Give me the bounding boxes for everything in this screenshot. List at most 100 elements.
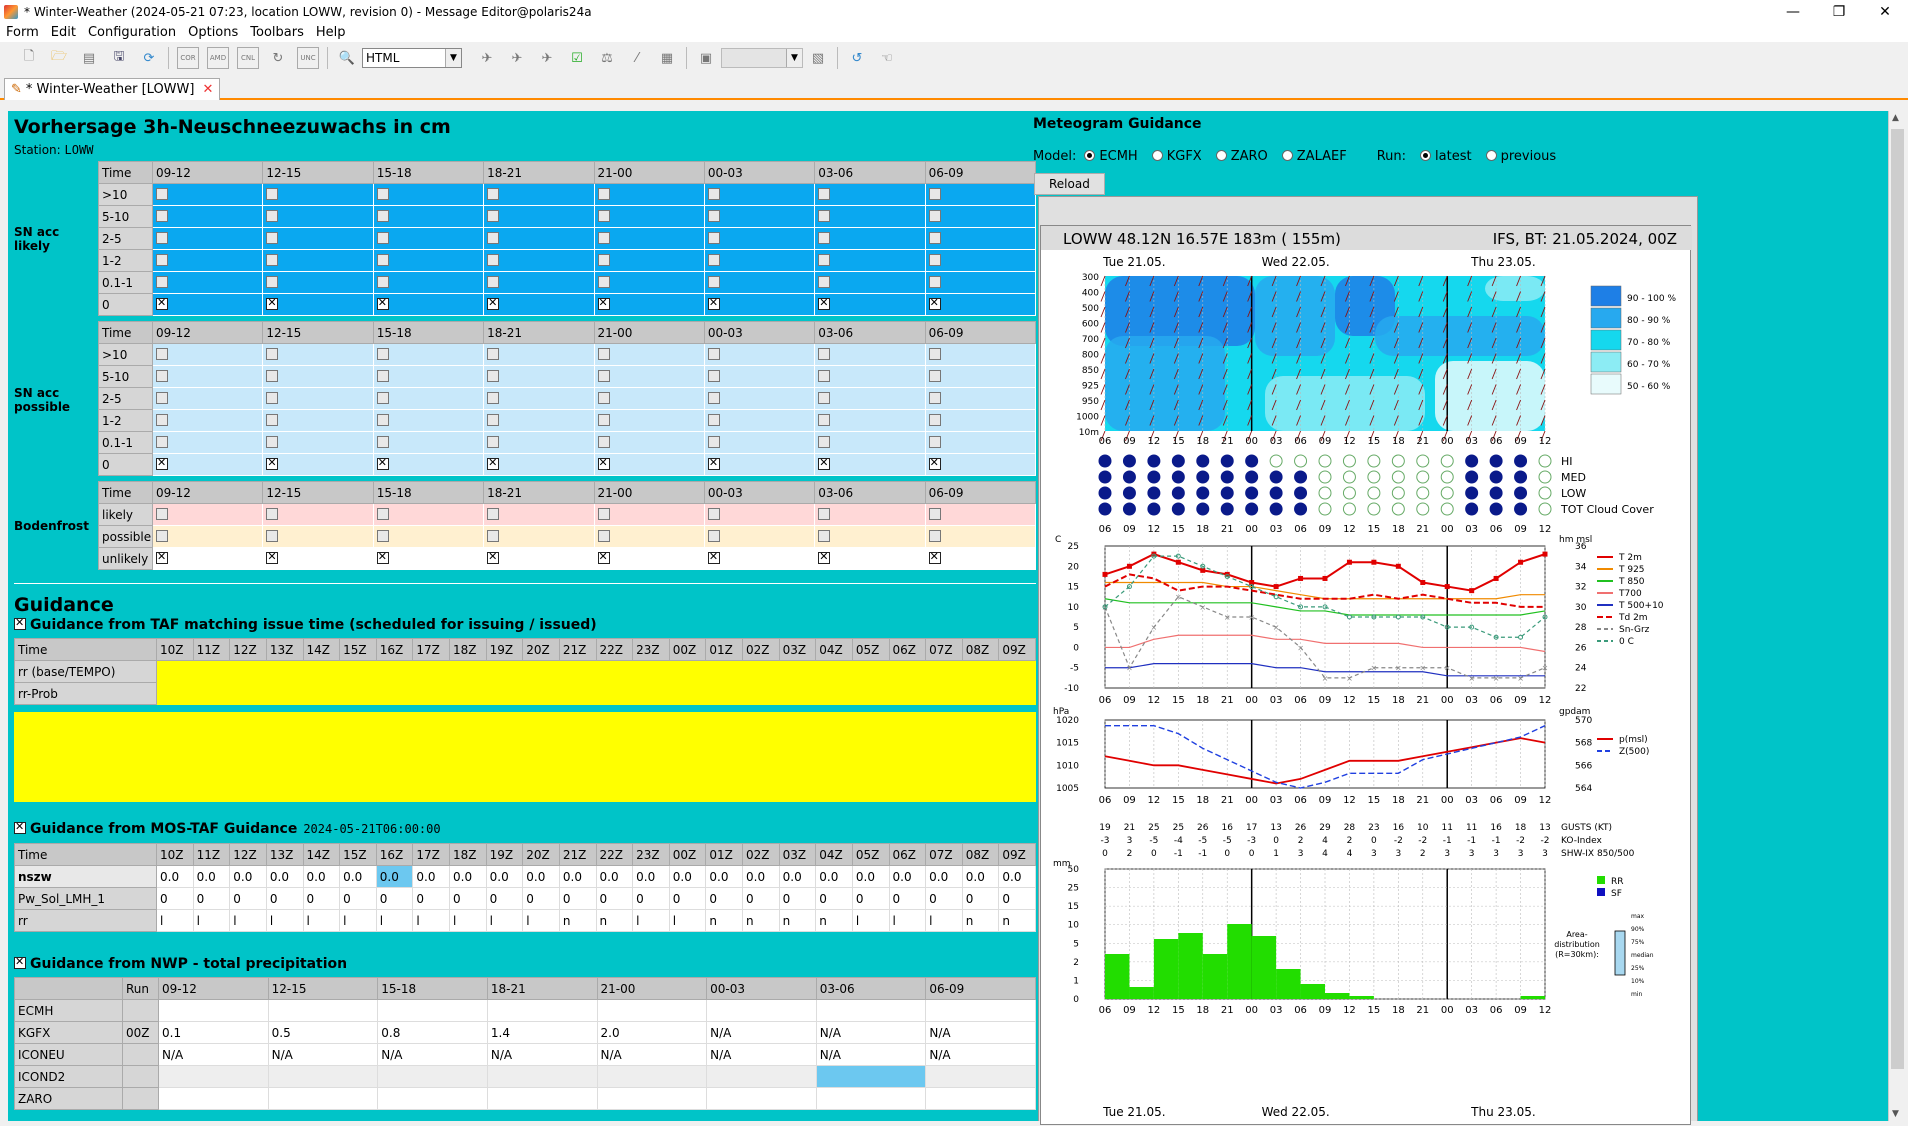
checkbox[interactable]	[266, 436, 279, 448]
save-icon[interactable]: 🖫	[108, 47, 130, 69]
taf-cell[interactable]	[595, 682, 634, 705]
taf-cell[interactable]	[632, 660, 670, 683]
checkbox[interactable]	[376, 456, 389, 470]
checkbox[interactable]	[818, 508, 831, 520]
run-previous-radio[interactable]: previous	[1485, 149, 1556, 164]
menu-edit[interactable]: Edit	[45, 25, 82, 40]
checkbox[interactable]	[928, 392, 941, 404]
maximize-button[interactable]: ❐	[1816, 0, 1862, 24]
checkbox[interactable]	[376, 414, 389, 426]
checkbox[interactable]	[597, 436, 610, 448]
new-icon[interactable]: 🗋	[18, 47, 40, 69]
checkbox[interactable]	[487, 392, 500, 404]
checkbox[interactable]	[818, 232, 831, 244]
checkbox[interactable]	[376, 550, 389, 564]
checkbox[interactable]	[928, 508, 941, 520]
menu-help[interactable]: Help	[310, 25, 352, 40]
checkbox[interactable]	[928, 550, 941, 564]
checkbox[interactable]	[707, 456, 720, 470]
taf-cell[interactable]	[229, 660, 267, 683]
checklist-icon[interactable]: ☑	[566, 47, 588, 69]
scroll-down-icon[interactable]: ▼	[1892, 1109, 1899, 1119]
checkbox[interactable]	[597, 508, 610, 520]
checkbox[interactable]	[266, 414, 279, 426]
checkbox[interactable]	[376, 276, 389, 288]
checkbox[interactable]	[818, 348, 831, 360]
undo-icon[interactable]: ↺	[846, 47, 868, 69]
checkbox[interactable]	[707, 254, 720, 266]
checkbox[interactable]	[266, 456, 279, 470]
checkbox[interactable]	[707, 188, 720, 200]
taf-cell[interactable]	[815, 660, 853, 683]
chevron-down-icon[interactable]: ▼	[445, 49, 461, 67]
checkbox[interactable]	[707, 392, 720, 404]
checkbox[interactable]	[266, 508, 279, 520]
taf-cell[interactable]	[705, 660, 743, 683]
taf-cell[interactable]	[412, 682, 450, 705]
taf-cell[interactable]	[339, 682, 377, 705]
model-ecmh-radio[interactable]: ECMH	[1084, 149, 1138, 164]
preview-icon[interactable]: ▣	[695, 47, 717, 69]
checkbox[interactable]	[597, 348, 610, 360]
checkbox[interactable]	[707, 436, 720, 448]
checkbox[interactable]	[818, 276, 831, 288]
checkbox[interactable]	[928, 436, 941, 448]
model-zalaef-radio[interactable]: ZALAEF	[1281, 149, 1347, 164]
checkbox[interactable]	[487, 436, 500, 448]
menu-form[interactable]: Form	[0, 25, 45, 40]
checkbox[interactable]	[156, 296, 168, 310]
checkbox[interactable]	[266, 348, 279, 360]
checkbox[interactable]	[707, 414, 720, 426]
checkbox[interactable]	[597, 392, 610, 404]
format-select[interactable]: HTML ▼	[362, 48, 462, 68]
taf-cell[interactable]	[156, 660, 194, 683]
checkbox[interactable]	[156, 232, 168, 244]
menu-configuration[interactable]: Configuration	[82, 25, 182, 40]
taf-cell[interactable]	[851, 660, 890, 683]
checkbox[interactable]	[928, 188, 941, 200]
checkbox[interactable]	[156, 530, 168, 542]
taf-cell[interactable]	[558, 660, 597, 683]
checkbox[interactable]	[818, 210, 831, 222]
checkbox[interactable]	[376, 188, 389, 200]
taf-cell[interactable]	[192, 682, 231, 705]
checkbox[interactable]	[597, 414, 610, 426]
checkbox[interactable]	[818, 392, 831, 404]
taf-cell[interactable]	[742, 682, 780, 705]
menu-options[interactable]: Options	[182, 25, 244, 40]
taf-cell[interactable]	[595, 660, 634, 683]
taf-cell[interactable]	[265, 660, 304, 683]
checkbox[interactable]	[156, 414, 168, 426]
checkbox[interactable]	[597, 188, 610, 200]
checkbox[interactable]	[818, 370, 831, 382]
checkbox[interactable]	[487, 530, 500, 542]
checkbox[interactable]	[376, 436, 389, 448]
taf-cell[interactable]	[485, 682, 524, 705]
checkbox[interactable]	[928, 530, 941, 542]
template-icon[interactable]: ▤	[78, 47, 100, 69]
checkbox[interactable]	[487, 348, 500, 360]
taf-cell[interactable]	[888, 660, 927, 683]
slash-icon[interactable]: ⁄	[626, 47, 648, 69]
radio-icon[interactable]	[1215, 150, 1227, 161]
checkbox[interactable]	[266, 232, 279, 244]
taf-cell[interactable]	[742, 660, 780, 683]
close-tab-icon[interactable]: ✕	[202, 82, 213, 97]
minimize-button[interactable]: —	[1770, 0, 1816, 24]
checkbox[interactable]	[156, 370, 168, 382]
checkbox[interactable]	[487, 188, 500, 200]
checkbox[interactable]	[156, 456, 168, 470]
checkbox[interactable]	[928, 348, 941, 360]
checkbox[interactable]	[156, 254, 168, 266]
grid-icon[interactable]: ▦	[656, 47, 678, 69]
checkbox[interactable]	[818, 296, 831, 310]
checkbox[interactable]	[818, 530, 831, 542]
taf-cell[interactable]	[339, 660, 377, 683]
unc-icon[interactable]: UNC	[297, 47, 319, 69]
checkbox[interactable]	[928, 370, 941, 382]
checkbox[interactable]	[266, 392, 279, 404]
reload-button[interactable]: Reload	[1034, 173, 1105, 195]
checkbox[interactable]	[266, 188, 279, 200]
checkbox[interactable]	[818, 188, 831, 200]
taf-cell[interactable]	[229, 682, 267, 705]
